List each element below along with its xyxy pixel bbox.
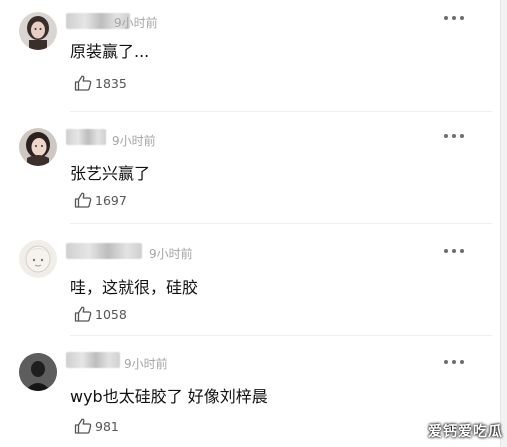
like-count: 981	[95, 418, 119, 434]
dark-avatar-icon	[19, 353, 57, 391]
thumbs-up-icon	[74, 75, 92, 91]
cartoon-avatar-icon	[19, 240, 57, 278]
like-button[interactable]: 1058	[74, 305, 127, 323]
comment-time: 9小时前	[124, 357, 168, 371]
like-button[interactable]: 1697	[74, 191, 127, 209]
comment-time: 9小时前	[114, 16, 158, 30]
thumbs-up-icon	[74, 192, 92, 208]
user-avatar[interactable]	[19, 353, 57, 391]
comment-text: 哇，这就很，硅胶	[70, 278, 199, 297]
username-blurred[interactable]	[66, 243, 142, 259]
comment-item: 9小时前 张艺兴赢了 1697	[0, 112, 500, 224]
more-options-icon[interactable]	[444, 249, 464, 255]
woman-avatar-icon	[19, 128, 57, 166]
comment-time: 9小时前	[112, 134, 156, 148]
comment-text: 原装赢了...	[70, 42, 150, 61]
comment-time: 9小时前	[149, 247, 193, 261]
comment-item: 9小时前 哇，这就很，硅胶 1058	[0, 224, 500, 336]
like-count: 1835	[95, 75, 127, 91]
username-blurred[interactable]	[66, 129, 106, 145]
user-avatar[interactable]	[19, 12, 57, 50]
more-options-icon[interactable]	[444, 16, 464, 22]
like-button[interactable]: 981	[74, 417, 119, 435]
more-options-icon[interactable]	[444, 134, 464, 140]
comment-text: 张艺兴赢了	[70, 164, 151, 183]
like-button[interactable]: 1835	[74, 74, 127, 92]
username-blurred[interactable]	[66, 352, 120, 368]
user-avatar[interactable]	[19, 240, 57, 278]
user-avatar[interactable]	[19, 128, 57, 166]
more-options-icon[interactable]	[444, 360, 464, 366]
like-count: 1058	[95, 306, 127, 322]
woman-avatar-icon	[19, 12, 57, 50]
thumbs-up-icon	[74, 306, 92, 322]
comment-item: 9小时前 原装赢了... 1835	[0, 0, 500, 112]
like-count: 1697	[95, 192, 127, 208]
watermark: 爱钙爱吃瓜	[428, 424, 503, 440]
thumbs-up-icon	[74, 418, 92, 434]
comment-item: 9小时前 wyb也太硅胶了 好像刘梓晨 981	[0, 336, 500, 447]
right-edge	[500, 0, 507, 447]
comment-text: wyb也太硅胶了 好像刘梓晨	[70, 387, 268, 406]
